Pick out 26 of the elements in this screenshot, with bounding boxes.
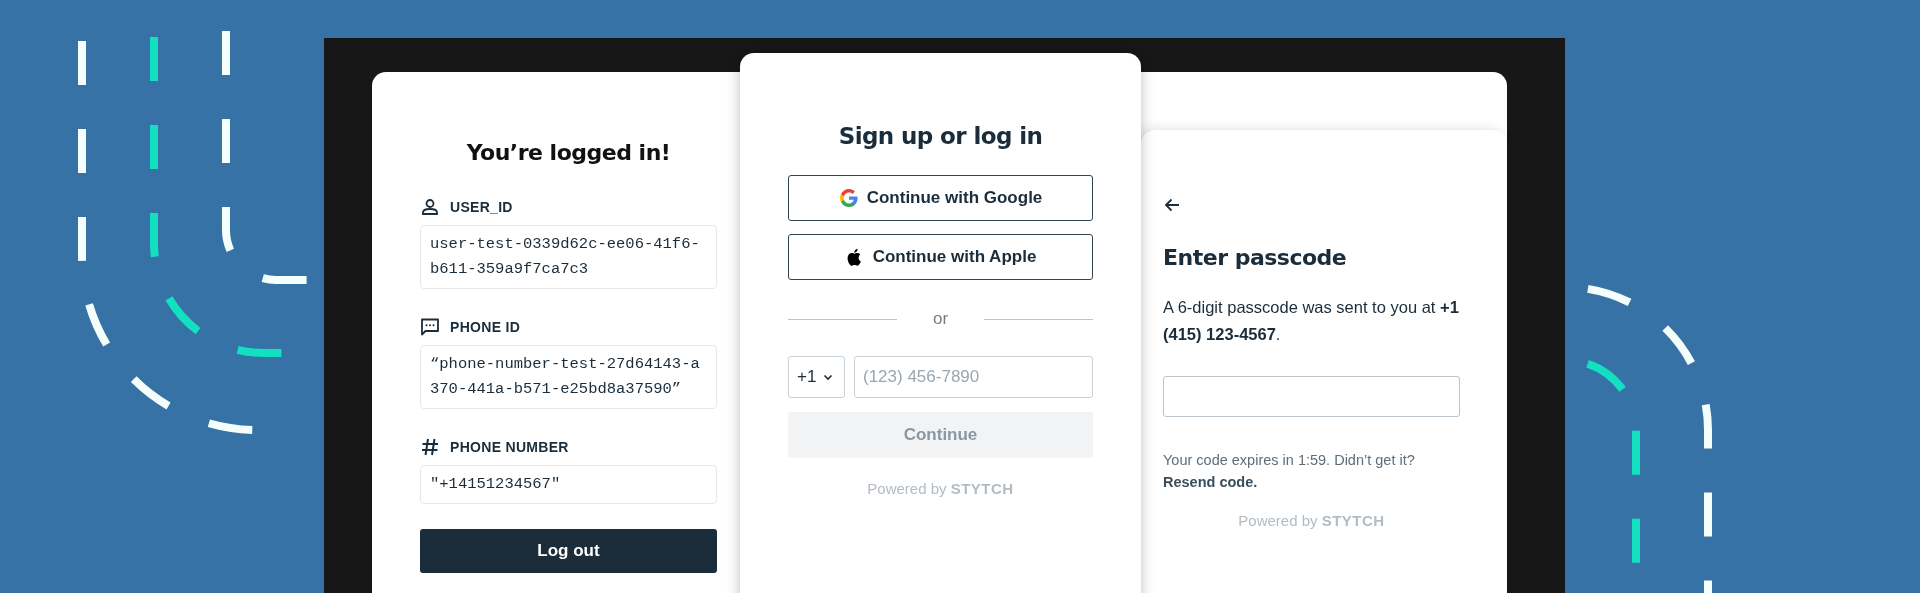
card-title: You’re logged in! [465, 139, 672, 167]
value-field: "+14151234567" [420, 465, 717, 504]
google-g-icon [838, 188, 859, 208]
oauth-button[interactable]: Continue with Google [788, 175, 1093, 221]
message-text: A 6-digit passcode was sent to you at +1 (415) 123-4567. [1163, 297, 1460, 345]
back-arrow-icon[interactable] [1163, 196, 1181, 214]
card-title: Enter passcode [1163, 244, 1348, 272]
value-field: “phone-number-test-27d64143-a370-441a-b571-e25bd8a37590” [420, 345, 717, 409]
powered-by-text: Powered by STYTCH [1237, 511, 1386, 531]
country-code-select[interactable]: +1 [788, 356, 845, 398]
powered-by-text: Powered by STYTCH [866, 479, 1015, 499]
log-out-button[interactable]: Log out [420, 529, 717, 573]
passcode-input[interactable] [1163, 376, 1460, 417]
user-icon [420, 197, 440, 217]
value-field: user-test-0339d62c-ee06-41f6-b611-359a9f7ca7c3 [420, 225, 717, 289]
field-label: USER_ID [450, 198, 513, 216]
field-label: PHONE ID [450, 318, 521, 336]
expiry-text: Your code expires in 1:59. Didn’t get it? Resend code. [1163, 451, 1416, 492]
field-label: PHONE NUMBER [450, 438, 569, 456]
oauth-button[interactable]: Continue with Apple [788, 234, 1093, 280]
chat-icon [420, 317, 440, 337]
resend-link[interactable]: Resend code. [1163, 474, 1258, 490]
card-title: Sign up or log in [837, 122, 1044, 151]
divider-text: or [932, 309, 949, 329]
phone-input[interactable]: (123) 456-7890 [854, 356, 1093, 398]
hash-icon [420, 437, 440, 457]
